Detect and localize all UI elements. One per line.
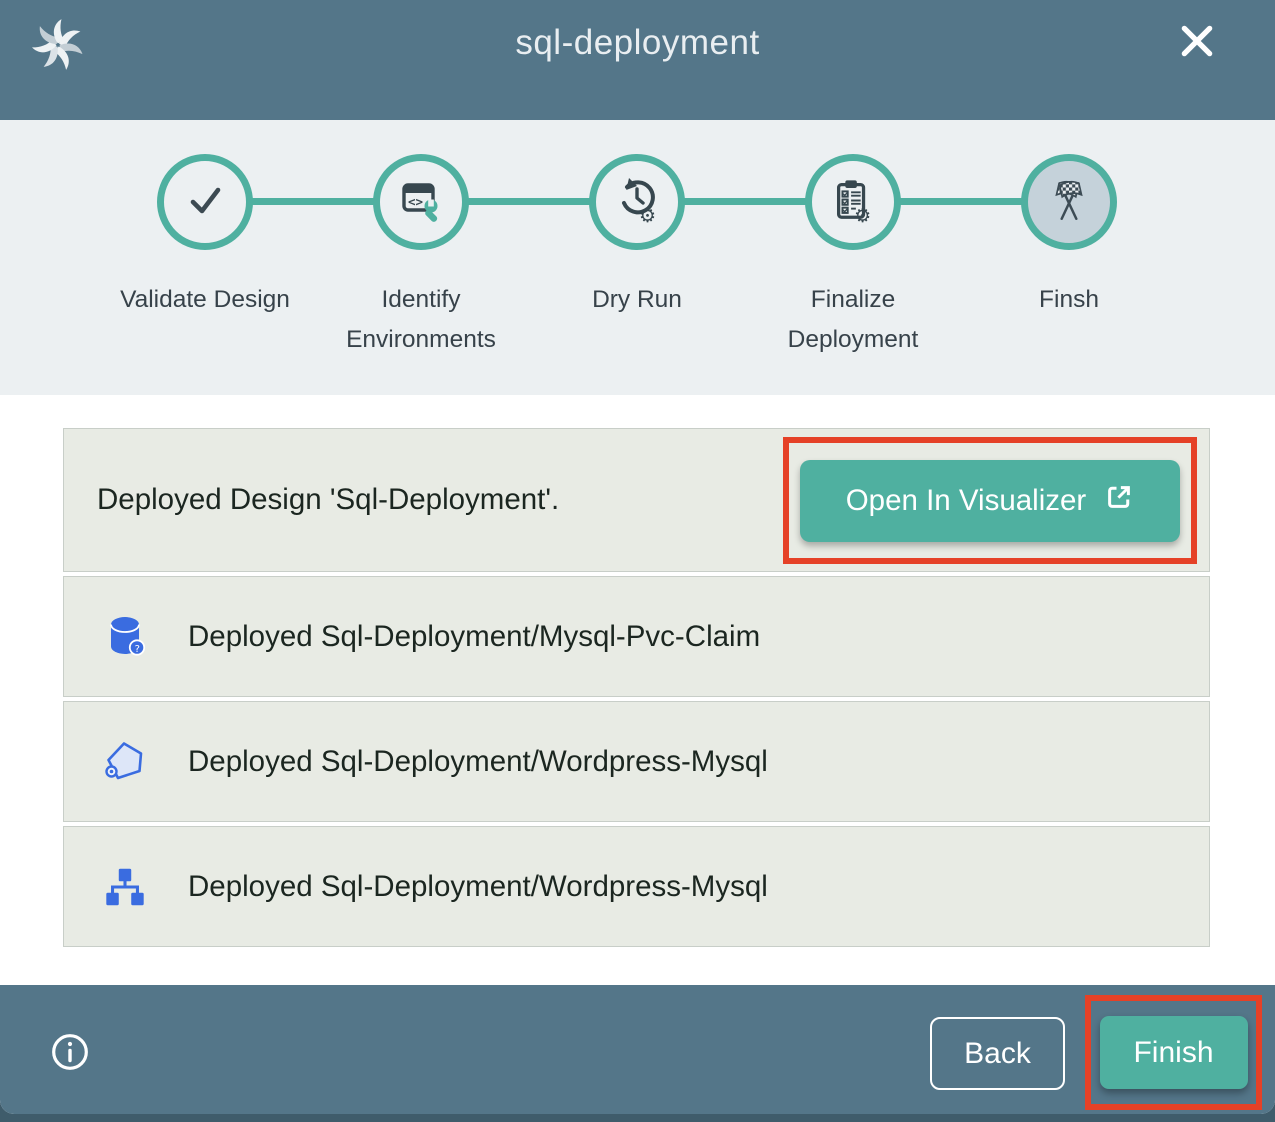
open-in-visualizer-button[interactable]: Open In Visualizer [800,460,1180,542]
dialog-footer: Back Finish [0,985,1275,1114]
step-finish: Finsh [961,154,1177,360]
dialog-title: sql-deployment [0,23,1275,63]
dialog-header: sql-deployment [0,0,1275,120]
result-row-wordpress-mysql-workload: Deployed Sql-Deployment/Wordpress-Mysql [63,826,1210,947]
result-row-wordpress-mysql-service: Deployed Sql-Deployment/Wordpress-Mysql [63,701,1210,822]
step-label: Dry Run [592,280,682,320]
check-icon [181,176,229,229]
annotation-box-finish: Finish [1085,995,1262,1110]
step-finalize-deployment: ⚙ Finalize Deployment [745,154,961,360]
database-icon: ? [100,612,150,662]
back-button[interactable]: Back [930,1017,1065,1090]
code-wrench-icon: <> [397,176,445,229]
back-button-label: Back [964,1037,1031,1070]
finish-button-label: Finish [1133,1036,1213,1069]
step-label: Finalize Deployment [751,280,956,360]
svg-text:?: ? [135,643,140,654]
summary-text: Deployed Design 'Sql-Deployment'. [97,483,559,517]
dry-run-history-gear-icon: ⚙ [613,176,661,229]
summary-row: Deployed Design 'Sql-Deployment'. Open I… [63,428,1210,572]
deployment-wizard-dialog: sql-deployment Validate Design [0,0,1275,1114]
clipboard-gear-icon: ⚙ [830,177,876,228]
svg-text:<>: <> [408,194,423,209]
checkered-flags-icon [1044,175,1094,230]
step-validate-design: Validate Design [97,154,313,360]
close-icon[interactable] [1173,18,1221,66]
step-dry-run: ⚙ Dry Run [529,154,745,360]
workload-hierarchy-icon [100,862,150,912]
stepper: Validate Design <> [0,120,1275,395]
external-link-icon [1104,482,1134,520]
component-pentagon-icon [100,737,150,787]
info-icon[interactable] [50,1032,90,1072]
step-label: Finsh [1039,280,1099,320]
step-label: Identify Environments [319,280,524,360]
result-row-text: Deployed Sql-Deployment/Wordpress-Mysql [188,745,768,779]
result-row-text: Deployed Sql-Deployment/Mysql-Pvc-Claim [188,620,760,654]
finish-button[interactable]: Finish [1100,1016,1248,1089]
step-identify-environments: <> Identify Environments [313,154,529,360]
svg-text:⚙: ⚙ [854,204,871,223]
result-row-mysql-pvc-claim: ? Deployed Sql-Deployment/Mysql-Pvc-Clai… [63,576,1210,697]
svg-text:⚙: ⚙ [639,205,656,224]
result-row-text: Deployed Sql-Deployment/Wordpress-Mysql [188,870,768,904]
open-in-visualizer-label: Open In Visualizer [846,484,1087,518]
annotation-box-visualizer: Open In Visualizer [783,437,1197,564]
step-label: Validate Design [120,280,290,320]
